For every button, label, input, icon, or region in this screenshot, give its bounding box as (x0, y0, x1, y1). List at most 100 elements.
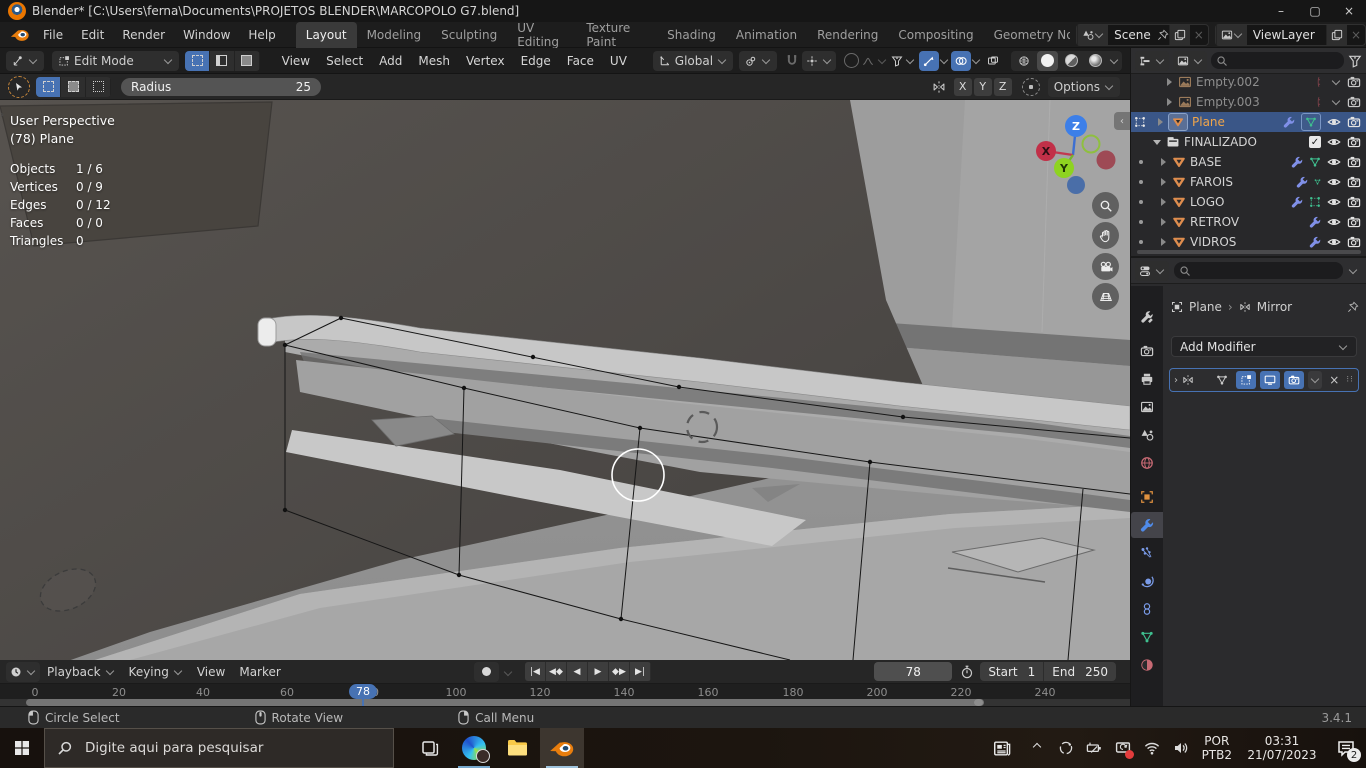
breadcrumb-modifier[interactable]: Mirror (1257, 300, 1292, 314)
view-layer-selector[interactable]: ViewLayer × (1214, 23, 1366, 46)
modifier-wrench-icon[interactable] (1296, 176, 1308, 188)
collection-checkbox[interactable]: ✓ (1309, 136, 1321, 148)
vertex-select-mode-button[interactable] (185, 50, 211, 71)
camera-view-button[interactable] (1092, 253, 1119, 280)
auto-keying-record-button[interactable] (473, 661, 499, 682)
zoom-button[interactable] (1092, 192, 1119, 219)
object-name[interactable]: LOGO (1190, 195, 1291, 209)
object-name[interactable]: Empty.003 (1196, 95, 1313, 109)
volume-tray-icon[interactable] (1166, 728, 1196, 768)
tab-object-data-icon[interactable] (1131, 624, 1163, 650)
scene-name[interactable]: Scene (1108, 28, 1157, 42)
eye-visibility-icon[interactable] (1327, 175, 1341, 189)
onedrive-tray-icon[interactable] (1052, 728, 1080, 768)
wifi-tray-icon[interactable] (1138, 728, 1166, 768)
eye-visibility-icon[interactable] (1327, 215, 1341, 229)
modifier-edit-mode-toggle[interactable] (1236, 371, 1257, 389)
select-set-button[interactable] (36, 76, 61, 97)
language-indicator[interactable]: POR PTB2 (1202, 734, 1232, 762)
close-button[interactable]: × (1332, 0, 1366, 22)
notification-center-icon[interactable]: 2 (1326, 728, 1366, 768)
tab-modeling[interactable]: Modeling (357, 22, 432, 48)
news-widget-icon[interactable] (984, 728, 1022, 768)
tab-geometry-nodes[interactable]: Geometry Node (984, 22, 1071, 48)
shading-wireframe-button[interactable] (1014, 51, 1034, 71)
file-explorer-taskbar-icon[interactable] (496, 728, 540, 768)
transform-orientation-selector[interactable]: Global (652, 50, 734, 71)
new-scene-icon[interactable] (1168, 24, 1190, 45)
outliner-scrollbar[interactable] (1137, 250, 1361, 254)
outliner-row-vidros[interactable]: VIDROS (1131, 232, 1366, 252)
expand-icon[interactable] (1161, 178, 1166, 186)
minimize-button[interactable]: – (1264, 0, 1298, 22)
outliner-search-input[interactable] (1211, 52, 1344, 69)
shading-solid-button[interactable] (1037, 50, 1058, 71)
modifier-wrench-icon[interactable] (1309, 216, 1321, 228)
object-type-visibility-button[interactable] (887, 51, 919, 71)
tab-compositing[interactable]: Compositing (888, 22, 983, 48)
tab-material-icon[interactable] (1131, 652, 1163, 678)
tab-sculpting[interactable]: Sculpting (431, 22, 507, 48)
start-button[interactable] (0, 728, 44, 768)
properties-editor-type-button[interactable] (1135, 260, 1169, 281)
tab-tool-icon[interactable] (1131, 304, 1163, 330)
modifier-on-cage-toggle[interactable] (1212, 371, 1232, 389)
select-subtract-button[interactable] (86, 76, 111, 97)
eye-visibility-icon[interactable] (1327, 235, 1341, 249)
blender-logo-icon[interactable] (10, 27, 30, 43)
breadcrumb-object[interactable]: Plane (1189, 300, 1222, 314)
tab-scene-icon[interactable] (1131, 422, 1163, 448)
collection-name[interactable]: FINALIZADO (1184, 135, 1309, 149)
snap-settings-button[interactable] (802, 50, 837, 71)
modifier-wrench-icon[interactable] (1291, 196, 1303, 208)
menu-window[interactable]: Window (174, 22, 239, 48)
eye-visibility-icon[interactable] (1327, 155, 1341, 169)
face-select-mode-button[interactable] (234, 50, 260, 71)
options-button[interactable]: Options (1047, 76, 1120, 97)
outliner-display-mode-button[interactable] (1135, 50, 1169, 71)
eye-visibility-icon[interactable] (1327, 135, 1341, 149)
menu-help[interactable]: Help (239, 22, 284, 48)
outliner-id-type-button[interactable] (1173, 50, 1207, 71)
snap-magnet-icon[interactable] (785, 54, 799, 68)
frame-start-field[interactable]: Start 1 (980, 662, 1045, 681)
tab-rendering[interactable]: Rendering (807, 22, 888, 48)
menu-file[interactable]: File (34, 22, 72, 48)
pivot-point-selector[interactable] (739, 50, 778, 71)
current-frame-field[interactable]: 78 (874, 662, 953, 681)
new-view-layer-icon[interactable] (1325, 24, 1347, 45)
menu-uv[interactable]: UV (602, 54, 635, 68)
mesh-data-icon[interactable] (1309, 156, 1321, 168)
circle-select-tool-icon[interactable] (8, 75, 30, 98)
select-extend-button[interactable] (61, 76, 86, 97)
expand-icon[interactable] (1161, 198, 1166, 206)
drag-handle-icon[interactable]: ⁝⁝ (1346, 375, 1354, 385)
editor-type-button[interactable] (6, 50, 44, 71)
timeline-ruler[interactable]: 0 20 40 60 80 100 120 140 160 180 200 22… (0, 684, 1130, 706)
expand-icon[interactable] (1167, 98, 1172, 106)
shading-rendered-button[interactable] (1085, 51, 1106, 71)
modifier-render-toggle[interactable] (1284, 371, 1305, 389)
outliner-row-empty003[interactable]: Empty.003 (1131, 92, 1366, 112)
tab-modifiers-icon[interactable] (1131, 512, 1163, 538)
eye-visibility-icon[interactable] (1327, 195, 1341, 209)
play-button[interactable]: ▶ (587, 662, 609, 681)
tab-object-icon[interactable] (1131, 484, 1163, 510)
object-name[interactable]: FAROIS (1190, 175, 1296, 189)
navigation-gizmo[interactable]: Z X Y (1020, 105, 1130, 205)
shading-material-button[interactable] (1061, 51, 1082, 71)
mode-selector[interactable]: Edit Mode (52, 50, 180, 71)
filter-icon[interactable] (1348, 54, 1362, 68)
properties-options-chevron[interactable] (1348, 265, 1358, 274)
menu-view[interactable]: View (274, 54, 318, 68)
viewport-canvas[interactable]: User Perspective (78) Plane Objects 1 / 6… (0, 99, 1131, 685)
menu-render[interactable]: Render (113, 22, 174, 48)
mirror-icon[interactable] (932, 80, 946, 94)
pin-icon[interactable] (1157, 29, 1169, 41)
pin-icon[interactable] (1347, 301, 1359, 313)
modifier-wrench-icon[interactable] (1309, 236, 1321, 248)
play-reverse-button[interactable]: ◀ (566, 662, 588, 681)
menu-view[interactable]: View (190, 665, 232, 679)
object-name[interactable]: RETROV (1190, 215, 1309, 229)
lattice-data-icon[interactable] (1309, 196, 1321, 208)
